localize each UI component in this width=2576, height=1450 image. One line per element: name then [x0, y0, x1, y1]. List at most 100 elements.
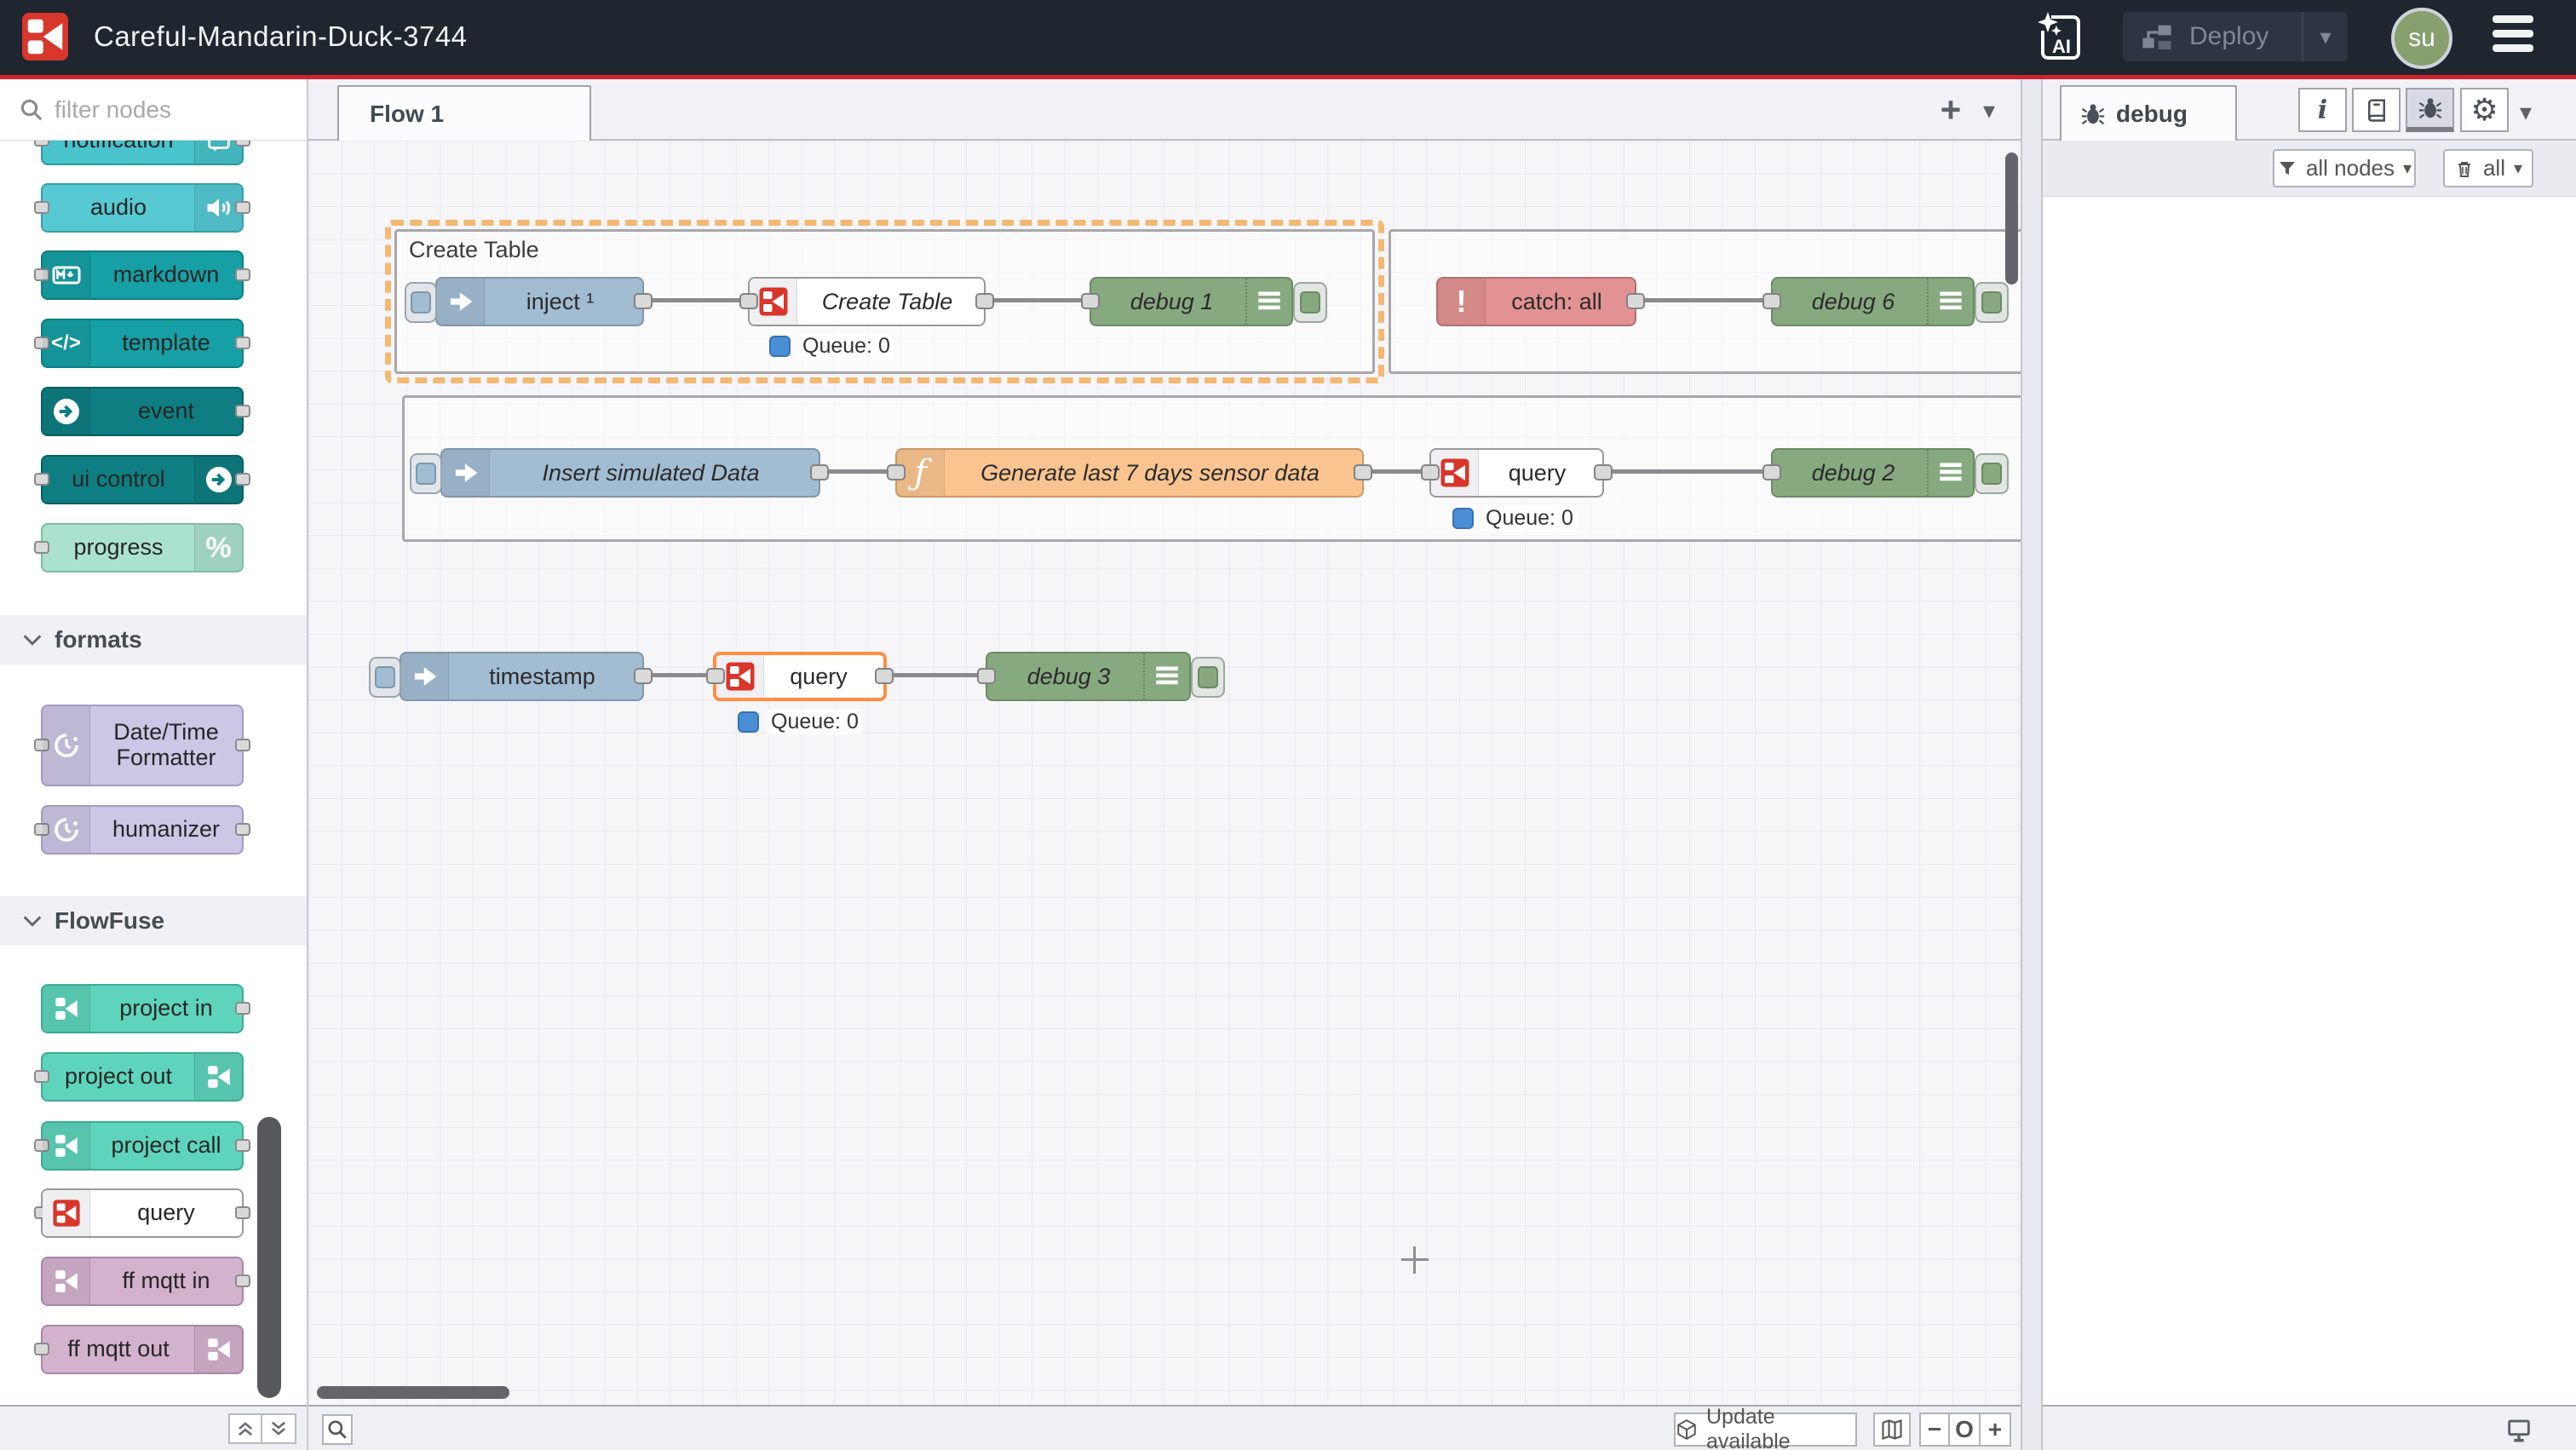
port[interactable] [235, 268, 250, 281]
palette-node-progress[interactable]: progress % [41, 523, 244, 573]
palette-search[interactable] [0, 79, 307, 141]
port[interactable] [235, 473, 250, 486]
palette-node-ff-mqtt-out[interactable]: ff mqtt out [41, 1325, 244, 1374]
debug-tab-button[interactable] [2406, 88, 2454, 132]
debug-toggle-button[interactable] [1191, 657, 1225, 698]
port[interactable] [235, 201, 250, 214]
port[interactable] [235, 141, 250, 147]
port[interactable] [634, 668, 653, 684]
palette-node-humanizer[interactable]: humanizer [41, 805, 244, 854]
port[interactable] [235, 1275, 250, 1287]
info-tab-button[interactable]: i [2298, 88, 2347, 132]
zoom-out-button[interactable]: − [1919, 1413, 1950, 1447]
node-inject[interactable]: inject ¹ [435, 277, 644, 326]
node-query-2[interactable]: query [1429, 448, 1604, 498]
port[interactable] [1421, 464, 1440, 480]
port[interactable] [634, 293, 653, 309]
port[interactable] [977, 668, 996, 684]
tab-debug[interactable]: debug [2060, 85, 2237, 141]
minimap-button[interactable] [1873, 1413, 1911, 1447]
tab-flow-1[interactable]: Flow 1 [337, 85, 591, 141]
debug-toggle-button[interactable] [1975, 282, 2009, 323]
node-create-table-query[interactable]: Create Table [748, 277, 986, 326]
port[interactable] [235, 405, 250, 417]
node-query-3-selected[interactable]: query [713, 652, 887, 701]
port[interactable] [739, 293, 758, 309]
node-debug-6[interactable]: debug 6 [1771, 277, 1975, 326]
palette-node-query[interactable]: query [41, 1188, 244, 1238]
update-available-button[interactable]: Update available [1674, 1413, 1857, 1447]
palette-section-formats[interactable]: formats [0, 615, 307, 665]
node-debug-1[interactable]: debug 1 [1090, 277, 1293, 326]
zoom-in-button[interactable]: + [1981, 1413, 2011, 1447]
palette-node-notification[interactable]: notification [41, 141, 244, 165]
palette-scrollbar[interactable] [257, 1117, 281, 1398]
canvas-horizontal-scrollbar[interactable] [317, 1386, 509, 1399]
port[interactable] [875, 668, 894, 684]
debug-clear-button[interactable]: all ▾ [2443, 149, 2533, 187]
node-debug-3[interactable]: debug 3 [986, 652, 1191, 701]
palette-node-event[interactable]: event [41, 387, 244, 436]
debug-messages-panel[interactable] [2043, 198, 2576, 1405]
port[interactable] [34, 1070, 49, 1083]
port[interactable] [1594, 464, 1613, 480]
canvas-search-button[interactable] [322, 1414, 353, 1445]
palette-node-project-in[interactable]: project in [41, 984, 244, 1033]
node-function-generate-sensor-data[interactable]: ƒ Generate last 7 days sensor data [895, 448, 1364, 498]
port[interactable] [34, 473, 49, 486]
panel-splitter[interactable] [2021, 79, 2043, 1450]
port[interactable] [34, 141, 49, 147]
port[interactable] [1762, 293, 1781, 309]
port[interactable] [810, 464, 829, 480]
palette-node-datetime-formatter[interactable]: Date/Time Formatter [41, 705, 244, 786]
port[interactable] [34, 541, 49, 554]
palette-scroll-area[interactable]: notification audio [0, 141, 307, 1405]
port[interactable] [235, 739, 250, 751]
canvas-vertical-scrollbar[interactable] [2005, 152, 2018, 285]
port[interactable] [235, 337, 250, 349]
sidebar-menu-caret-icon[interactable]: ▾ [2520, 98, 2532, 126]
port[interactable] [34, 201, 49, 214]
palette-node-template[interactable]: </> template [41, 319, 244, 368]
node-insert-simulated-data[interactable]: Insert simulated Data [440, 448, 820, 498]
palette-node-markdown[interactable]: markdown [41, 250, 244, 300]
user-avatar[interactable]: su [2391, 8, 2452, 69]
port[interactable] [34, 1343, 49, 1355]
palette-node-audio[interactable]: audio [41, 183, 244, 233]
port[interactable] [975, 293, 994, 309]
node-catch-all[interactable]: ! catch: all [1436, 277, 1636, 326]
palette-node-project-out[interactable]: project out [41, 1052, 244, 1102]
main-menu-icon[interactable] [2493, 15, 2533, 60]
port[interactable] [235, 823, 250, 836]
palette-node-project-call[interactable]: project call [41, 1121, 244, 1171]
inject-button[interactable] [410, 453, 442, 494]
port[interactable] [235, 1002, 250, 1015]
port[interactable] [235, 1206, 250, 1219]
debug-toggle-button[interactable] [1975, 453, 2009, 494]
palette-section-flowfuse[interactable]: FlowFuse [0, 896, 307, 946]
open-dashboard-icon[interactable] [2501, 1413, 2537, 1447]
port[interactable] [1762, 464, 1781, 480]
flowfuse-logo-icon[interactable] [22, 13, 68, 60]
palette-node-ui-control[interactable]: ui control [41, 455, 244, 504]
flow-canvas[interactable]: Create Table [308, 141, 2021, 1405]
node-debug-2[interactable]: debug 2 [1771, 448, 1975, 498]
port[interactable] [1081, 293, 1100, 309]
inject-button[interactable] [369, 657, 401, 698]
flow-list-caret-icon[interactable]: ▾ [1983, 96, 1995, 124]
node-timestamp[interactable]: timestamp [400, 652, 644, 701]
add-flow-icon[interactable]: + [1932, 91, 1969, 129]
debug-filter-button[interactable]: all nodes ▾ [2273, 149, 2416, 187]
port[interactable] [706, 668, 725, 684]
palette-node-ff-mqtt-in[interactable]: ff mqtt in [41, 1257, 244, 1306]
inject-button[interactable] [405, 282, 437, 323]
port[interactable] [1354, 464, 1372, 480]
port[interactable] [887, 464, 906, 480]
help-tab-button[interactable] [2352, 88, 2401, 132]
ai-assistant-button[interactable]: AI [2036, 10, 2082, 61]
deploy-options-caret-icon[interactable]: ▾ [2302, 12, 2348, 61]
port[interactable] [1626, 293, 1645, 309]
port[interactable] [235, 1139, 250, 1152]
debug-toggle-button[interactable] [1293, 282, 1327, 323]
palette-filter-input[interactable] [55, 96, 267, 124]
